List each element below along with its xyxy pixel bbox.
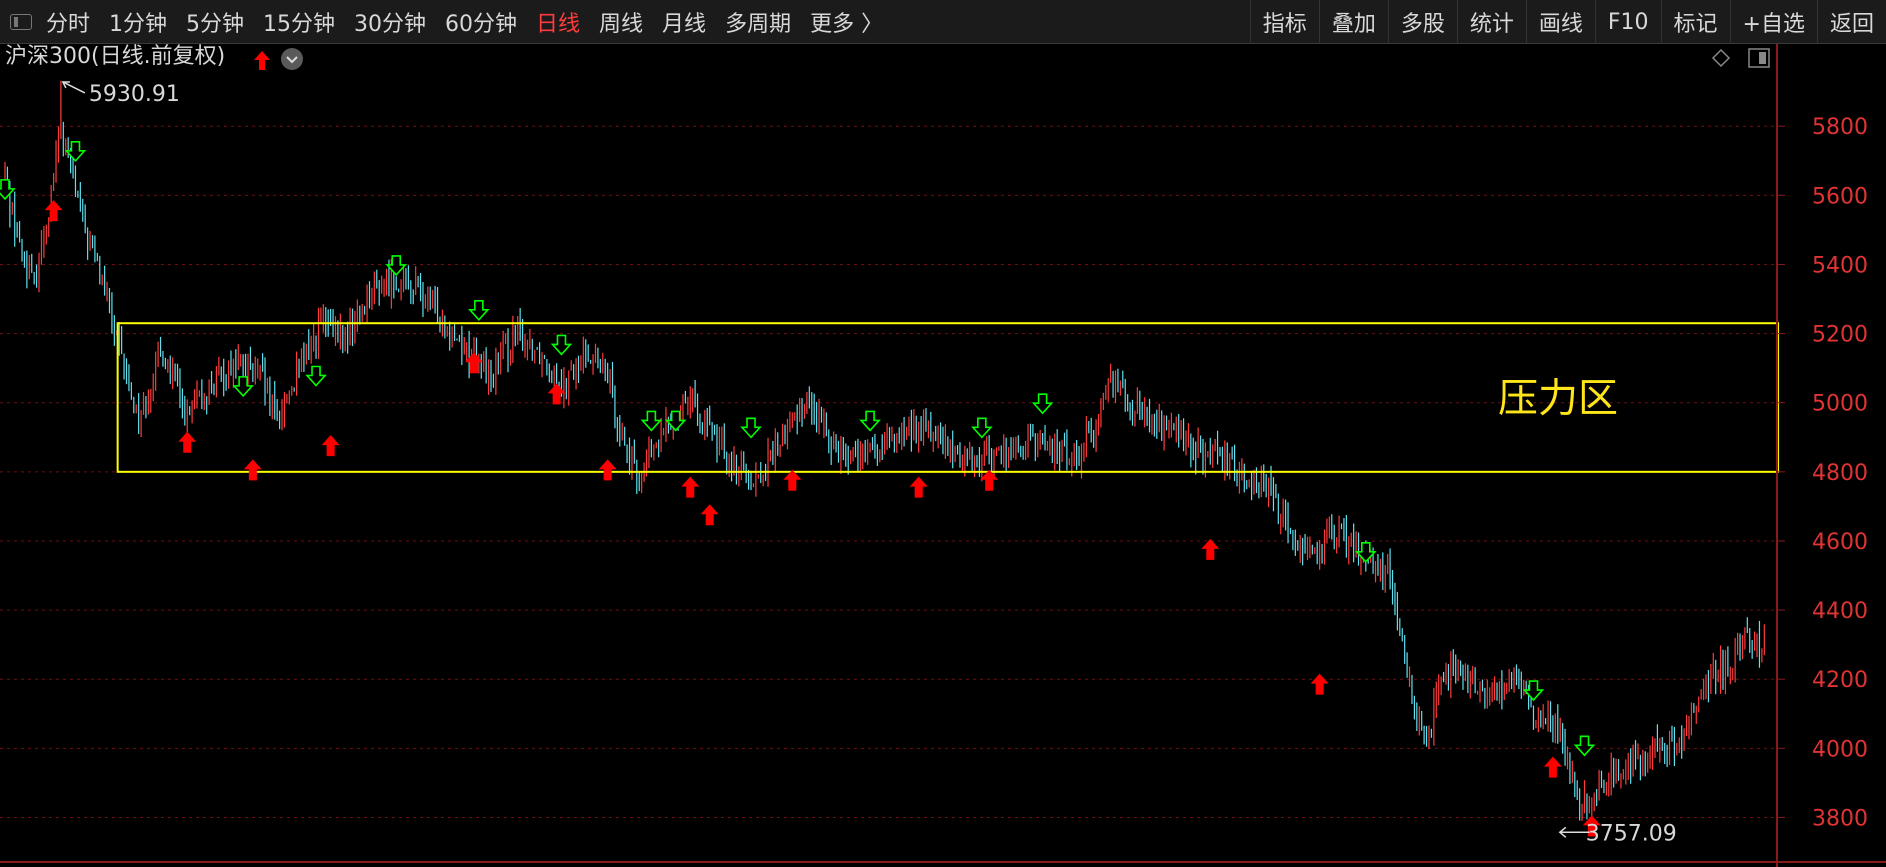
sell-arrow-11 [1031,393,1054,415]
chevron-down-icon[interactable] [281,48,303,70]
toolbar-button-6[interactable]: 标记 [1660,0,1730,44]
candlestick-chart[interactable]: 压力区 5930.91 3757.09 3800 4000 4200 4400 4600 4… [0,44,1886,867]
tick-label-6: 5000 [1812,392,1868,417]
period-tab-3[interactable]: 15分钟 [263,6,335,38]
period-toolbar: 分时 1分钟 5分钟 15分钟 30分钟 60分钟 日线 周线 月线 多周期 更多 〉 指标 叠加 多股… [0,0,1886,44]
buy-arrow-2 [243,459,262,481]
buy-arrow-3 [321,435,340,457]
tick-label-9: 5600 [1812,184,1868,209]
period-tab-8[interactable]: 月线 [662,6,706,38]
buy-arrow-6 [598,459,617,481]
sell-arrow-2 [385,255,408,277]
buy-arrow-9 [783,469,802,491]
sell-arrow-8 [664,410,687,432]
buy-arrow-12 [1201,538,1220,560]
price-axis: 3800 4000 4200 4400 4600 4800 5000 5200 5400 5600… [0,44,1886,867]
buy-arrow-0 [44,200,63,222]
tick-label-0: 3800 [1812,806,1868,831]
tick-label-4: 4600 [1812,530,1868,555]
sell-arrow-13 [1355,541,1377,563]
tick-label-7: 5200 [1812,323,1868,348]
toolbar-button-8[interactable]: 返回 [1816,0,1886,44]
panel-toggle-icon[interactable] [1748,48,1770,68]
period-tab-1[interactable]: 1分钟 [109,6,167,38]
period-tab-0[interactable]: 分时 [46,6,90,38]
toolbar-button-5[interactable]: F10 [1594,0,1661,44]
period-tab-6[interactable]: 日线 [536,6,580,38]
buy-arrow-8 [700,504,719,526]
sell-arrow-0 [0,179,16,201]
chart-title: 沪深300(日线.前复权) [5,44,225,69]
pressure-zone-label: 压力区 [1498,376,1618,422]
buy-arrow-11 [980,469,999,491]
buy-arrow-4 [464,352,483,374]
toolbar-button-3[interactable]: 统计 [1456,0,1526,44]
period-tab-4[interactable]: 30分钟 [354,6,426,38]
low-label: 3757.09 [1586,821,1677,846]
tick-label-3: 4400 [1812,599,1868,624]
toolbar-button-1[interactable]: 叠加 [1318,0,1388,44]
toolbar-buttons: 指标 叠加 多股 统计 画线 F10 标记 +自选 返回 [1249,0,1886,44]
tick-label-1: 4000 [1812,737,1868,762]
chart-header: 沪深300(日线.前复权) [5,44,1770,70]
toolbar-button-0[interactable]: 指标 [1249,0,1319,44]
sell-arrow-4 [550,334,573,356]
sell-arrow-10 [859,410,881,432]
sell-arrow-1 [64,141,87,163]
toolbar-button-7[interactable]: +自选 [1729,0,1817,44]
tick-label-5: 4800 [1812,461,1868,486]
toolbar-button-4[interactable]: 画线 [1525,0,1595,44]
tick-label-2: 4200 [1812,668,1868,693]
period-tab-10[interactable]: 更多 〉 [810,6,883,38]
tick-label-8: 5400 [1812,253,1868,278]
sidebar-toggle-icon[interactable] [10,14,32,30]
tick-label-10: 5800 [1812,115,1868,140]
period-tab-2[interactable]: 5分钟 [186,6,244,38]
buy-arrow-5 [547,383,566,405]
buy-arrow-1 [178,431,197,453]
buy-arrow-13 [1310,673,1329,695]
period-tab-9[interactable]: 多周期 [725,6,791,38]
sell-arrow-3 [468,300,490,322]
sell-arrow-12 [971,417,993,439]
sell-arrow-5 [232,376,254,398]
period-tab-5[interactable]: 60分钟 [445,6,517,38]
buy-arrow-14 [1543,756,1562,778]
candles [4,80,1765,833]
toolbar-button-2[interactable]: 多股 [1387,0,1457,44]
sell-arrow-9 [740,417,762,439]
sell-arrow-14 [1522,680,1545,702]
period-tab-7[interactable]: 周线 [599,6,643,38]
sell-arrow-7 [640,410,663,432]
buy-arrow-10 [909,476,928,498]
high-label: 5930.91 [89,82,180,107]
arrow-up-icon [254,51,270,70]
period-tabs: 分时 1分钟 5分钟 15分钟 30分钟 60分钟 日线 周线 月线 多周期 更多 〉 [0,0,902,44]
sell-arrow-15 [1573,735,1596,757]
sell-arrow-6 [305,365,327,387]
buy-arrow-7 [681,476,700,498]
diamond-icon[interactable] [1711,48,1731,68]
